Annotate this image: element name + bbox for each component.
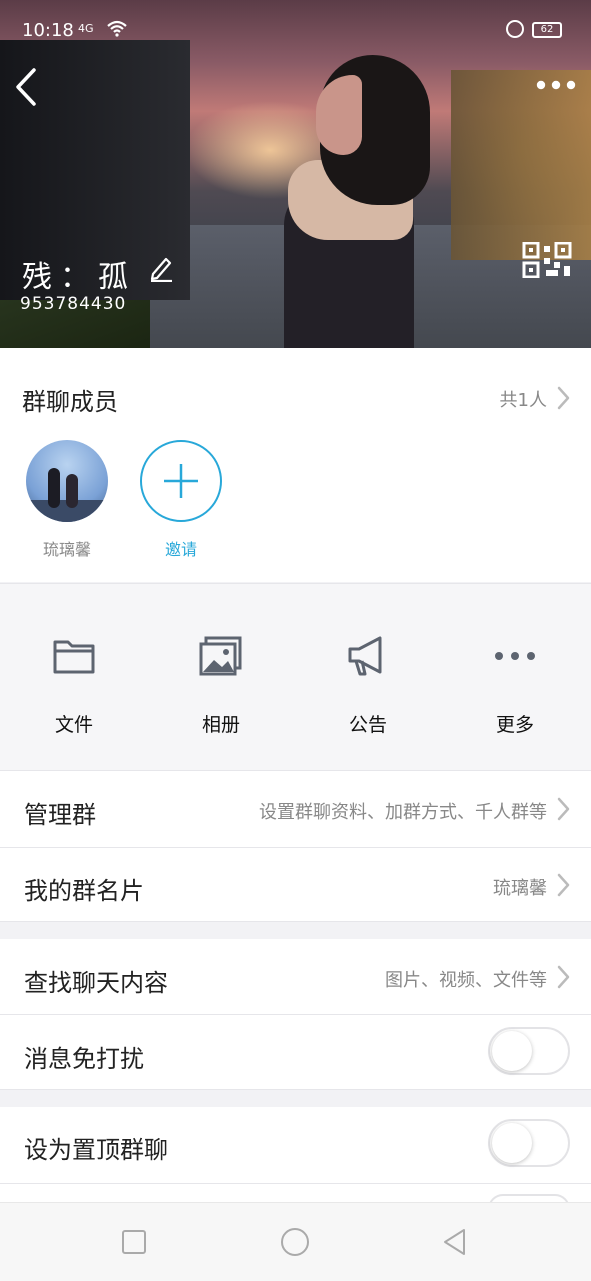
feature-label: 文件 xyxy=(54,714,93,736)
member-name: 琉璃馨 xyxy=(42,540,91,559)
lock-icon xyxy=(506,20,524,38)
feature-album[interactable]: 相册 xyxy=(161,634,281,744)
chevron-right-icon xyxy=(557,965,570,989)
group-name: 残：孤 xyxy=(22,260,136,295)
status-bar: 10:18 4G 62 xyxy=(0,0,591,60)
chevron-right-icon[interactable] xyxy=(553,384,573,412)
search-chat-row[interactable]: 查找聊天内容 图片、视频、文件等 xyxy=(0,939,591,1015)
feature-label: 更多 xyxy=(495,714,534,736)
members-count[interactable]: 共1人 xyxy=(500,386,547,412)
members-title: 群聊成员 xyxy=(22,388,118,416)
feature-label: 相册 xyxy=(201,714,240,736)
toggle-knob xyxy=(492,1123,532,1163)
manage-group-value: 设置群聊资料、加群方式、千人群等 xyxy=(259,802,547,823)
invite-label[interactable]: 邀请 xyxy=(140,536,222,560)
more-dots-icon xyxy=(495,652,535,660)
avatar-figure xyxy=(48,468,60,508)
pin-chat-title: 设为置顶群聊 xyxy=(24,1136,168,1164)
search-chat-title: 查找聊天内容 xyxy=(24,969,168,997)
folder-icon xyxy=(53,640,95,674)
status-time: 10:18 xyxy=(22,20,74,41)
avatar-figure xyxy=(66,474,78,508)
mute-title: 消息免打扰 xyxy=(24,1045,144,1073)
invite-button[interactable] xyxy=(140,440,222,522)
my-group-card-title: 我的群名片 xyxy=(24,877,144,905)
cover-building-right xyxy=(451,70,591,260)
feature-more[interactable]: 更多 xyxy=(455,634,575,744)
signal-icon: 4G xyxy=(78,22,94,35)
group-cover-photo: 10:18 4G 62 残：孤 953784430 xyxy=(0,0,591,348)
plus-icon xyxy=(164,464,198,498)
member-avatar[interactable] xyxy=(26,440,108,522)
group-members-section: 群聊成员 共1人 琉璃馨 邀请 xyxy=(0,348,591,582)
announcement-icon xyxy=(348,636,382,676)
mute-toggle[interactable] xyxy=(488,1027,570,1075)
search-chat-value: 图片、视频、文件等 xyxy=(385,970,547,991)
album-icon xyxy=(199,636,242,676)
edit-icon[interactable] xyxy=(148,254,174,282)
nav-back-button[interactable] xyxy=(438,1225,472,1259)
wifi-icon xyxy=(107,20,127,37)
my-group-card-value: 琉璃馨 xyxy=(493,878,547,899)
manage-group-title: 管理群 xyxy=(24,801,96,829)
system-navigation-bar xyxy=(0,1202,591,1281)
back-button[interactable] xyxy=(12,66,42,108)
chevron-right-icon xyxy=(557,873,570,897)
more-options-button[interactable] xyxy=(532,72,580,98)
mute-row: 消息免打扰 xyxy=(0,1015,591,1090)
battery-icon: 62 xyxy=(532,22,562,38)
my-group-card-row[interactable]: 我的群名片 琉璃馨 xyxy=(0,848,591,922)
feature-label: 公告 xyxy=(348,714,387,736)
home-button[interactable] xyxy=(278,1225,312,1259)
toggle-knob xyxy=(492,1031,532,1071)
feature-announcement[interactable]: 公告 xyxy=(308,634,428,744)
pin-chat-row: 设为置顶群聊 xyxy=(0,1107,591,1184)
chevron-right-icon xyxy=(557,797,570,821)
qr-code-icon[interactable] xyxy=(522,242,572,278)
group-id: 953784430 xyxy=(20,294,127,314)
features-grid: 文件 相册 公告 更多 xyxy=(0,583,591,771)
recent-apps-button[interactable] xyxy=(117,1225,151,1259)
pin-toggle[interactable] xyxy=(488,1119,570,1167)
manage-group-row[interactable]: 管理群 设置群聊资料、加群方式、千人群等 xyxy=(0,771,591,848)
feature-files[interactable]: 文件 xyxy=(14,634,134,744)
